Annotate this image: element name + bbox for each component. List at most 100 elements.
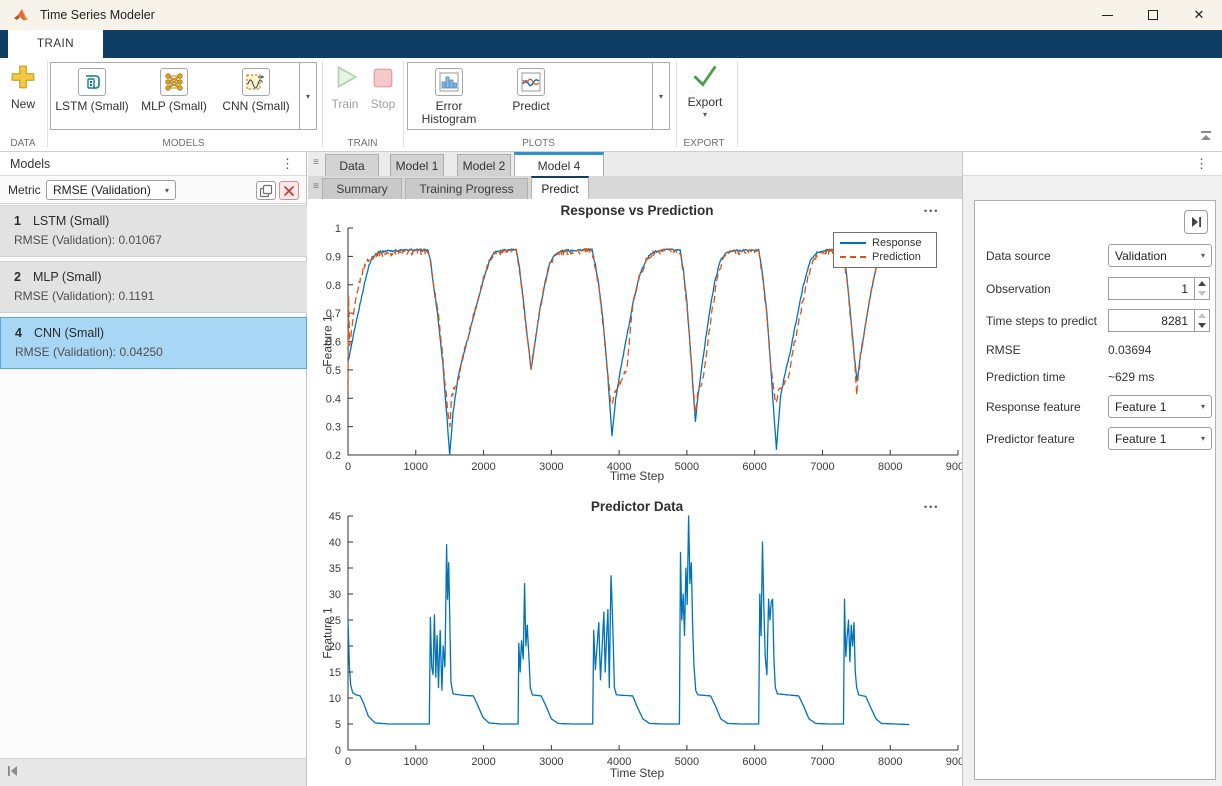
right-strip-menu-icon[interactable]: ⋮ xyxy=(1195,156,1208,172)
histogram-icon xyxy=(435,68,463,96)
metric-label: Metric xyxy=(8,183,41,197)
predictor-chart-svg[interactable]: 0100020003000400050006000700080009000051… xyxy=(312,492,962,786)
model-card-mlp[interactable]: 2MLP (Small) RMSE (Validation): 0.1191 xyxy=(0,261,307,313)
observation-down-button[interactable] xyxy=(1195,289,1209,300)
chevron-down-icon: ▾ xyxy=(165,186,169,195)
tab-train[interactable]: TRAIN xyxy=(8,30,103,58)
svg-text:40: 40 xyxy=(329,537,341,549)
data-source-label: Data source xyxy=(986,249,1051,263)
ribbon-tab-row: TRAIN xyxy=(0,30,1222,58)
export-dropdown-arrow[interactable]: ▾ xyxy=(703,110,707,119)
models-panel: Models ⋮ Metric RMSE (Validation) ▾ xyxy=(0,152,307,786)
new-button[interactable]: New xyxy=(2,63,44,111)
plus-icon xyxy=(9,63,37,94)
section-label-train: TRAIN xyxy=(322,138,403,149)
observation-label: Observation xyxy=(986,282,1051,296)
observation-stepper: 1 xyxy=(1108,277,1210,300)
response-chart-xlabel: Time Step xyxy=(312,469,962,483)
delete-model-button[interactable] xyxy=(279,181,299,200)
plots-gallery-dropdown[interactable]: ▾ xyxy=(653,62,670,130)
stop-button[interactable]: Stop xyxy=(366,63,400,111)
time-steps-up-button[interactable] xyxy=(1195,310,1209,321)
svg-text:0.9: 0.9 xyxy=(326,251,341,263)
tab-model-1[interactable]: Model 1 xyxy=(390,154,444,176)
export-button[interactable]: Export ▾ xyxy=(680,63,730,119)
prediction-time-label: Prediction time xyxy=(986,370,1065,384)
delete-x-icon xyxy=(284,186,294,196)
svg-text:0.4: 0.4 xyxy=(326,393,341,405)
svg-text:1: 1 xyxy=(335,223,341,235)
prediction-time-value: ~629 ms xyxy=(1108,370,1154,384)
collapse-panel-right-icon[interactable] xyxy=(1184,210,1208,234)
chevron-down-icon: ▾ xyxy=(1201,402,1205,411)
gallery-item-cnn[interactable]: CNN (Small) xyxy=(215,63,297,129)
gallery-item-predict[interactable]: Predict xyxy=(490,63,572,129)
section-separator xyxy=(676,61,677,147)
gallery-item-lstm[interactable]: LSTM (Small) xyxy=(51,63,133,129)
section-separator xyxy=(322,61,323,147)
section-label-models: MODELS xyxy=(50,138,317,149)
lstm-icon xyxy=(78,68,106,96)
train-button[interactable]: Train xyxy=(327,63,363,111)
cnn-icon xyxy=(242,68,270,96)
section-separator xyxy=(47,61,48,147)
models-gallery: LSTM (Small) xyxy=(50,62,300,130)
time-steps-label: Time steps to predict xyxy=(986,314,1097,328)
collapse-ribbon-icon[interactable] xyxy=(1198,130,1214,142)
title-bar: Time Series Modeler ✕ xyxy=(0,0,1222,30)
minimize-button[interactable] xyxy=(1084,0,1130,30)
collapse-panel-left-icon[interactable] xyxy=(6,764,20,781)
models-panel-bottom-bar xyxy=(0,758,306,786)
ribbon-toolbar: New DATA LSTM (Small) xyxy=(0,58,1222,152)
svg-text:0: 0 xyxy=(335,745,341,757)
rmse-value: 0.03694 xyxy=(1108,343,1151,357)
tab-list-icon[interactable]: ≡ xyxy=(313,157,319,168)
app-window: Time Series Modeler ✕ TRAIN New DATA xyxy=(0,0,1222,786)
document-tab-strip: ≡ Data Model 1 Model 2 Model 4 xyxy=(308,152,962,176)
gallery-item-mlp[interactable]: MLP (Small) xyxy=(133,63,215,129)
chart-legend[interactable]: Response Prediction xyxy=(833,232,937,268)
predictor-feature-label: Predictor feature xyxy=(986,432,1075,446)
observation-field[interactable]: 1 xyxy=(1108,277,1195,300)
legend-line-prediction xyxy=(840,256,866,258)
response-feature-dropdown[interactable]: Feature 1 ▾ xyxy=(1108,395,1212,418)
section-separator xyxy=(403,61,404,147)
chevron-down-icon: ▾ xyxy=(1201,434,1205,443)
copy-icon xyxy=(259,184,273,198)
tab-model-4[interactable]: Model 4 xyxy=(514,152,604,176)
model-card-lstm[interactable]: 1LSTM (Small) RMSE (Validation): 0.01067 xyxy=(0,205,307,257)
play-icon xyxy=(331,63,359,94)
time-steps-field[interactable]: 8281 xyxy=(1108,309,1195,332)
legend-line-response xyxy=(840,242,866,244)
svg-text:5: 5 xyxy=(335,719,341,731)
svg-text:15: 15 xyxy=(329,667,341,679)
tab-list-icon[interactable]: ≡ xyxy=(313,181,319,192)
section-label-export: EXPORT xyxy=(672,138,736,149)
rmse-label: RMSE xyxy=(986,343,1021,357)
time-steps-stepper: 8281 xyxy=(1108,309,1210,332)
svg-text:45: 45 xyxy=(329,511,341,523)
mlp-icon xyxy=(160,68,188,96)
section-label-data: DATA xyxy=(0,138,46,149)
close-button[interactable]: ✕ xyxy=(1176,0,1222,30)
chevron-down-icon: ▾ xyxy=(1201,251,1205,260)
response-feature-label: Response feature xyxy=(986,400,1081,414)
matlab-logo-icon xyxy=(13,8,31,23)
observation-up-button[interactable] xyxy=(1195,278,1209,289)
data-source-dropdown[interactable]: Validation ▾ xyxy=(1108,244,1212,267)
models-gallery-dropdown[interactable]: ▾ xyxy=(300,62,317,130)
gallery-item-error-histogram[interactable]: Error Histogram xyxy=(408,63,490,129)
svg-text:10: 10 xyxy=(329,693,341,705)
time-steps-down-button[interactable] xyxy=(1195,321,1209,332)
predictor-feature-dropdown[interactable]: Feature 1 ▾ xyxy=(1108,427,1212,450)
tab-model-2[interactable]: Model 2 xyxy=(457,154,511,176)
models-panel-menu-icon[interactable]: ⋮ xyxy=(281,156,294,172)
maximize-button[interactable] xyxy=(1130,0,1176,30)
tab-data[interactable]: Data xyxy=(325,154,379,176)
metric-dropdown[interactable]: RMSE (Validation) ▾ xyxy=(46,180,176,200)
model-card-cnn-selected[interactable]: 4CNN (Small) RMSE (Validation): 0.04250 xyxy=(0,317,307,369)
svg-text:0.3: 0.3 xyxy=(326,422,341,434)
right-tab-strip: ⋮ xyxy=(963,152,1222,176)
duplicate-model-button[interactable] xyxy=(256,181,276,200)
svg-text:0.8: 0.8 xyxy=(326,280,341,292)
